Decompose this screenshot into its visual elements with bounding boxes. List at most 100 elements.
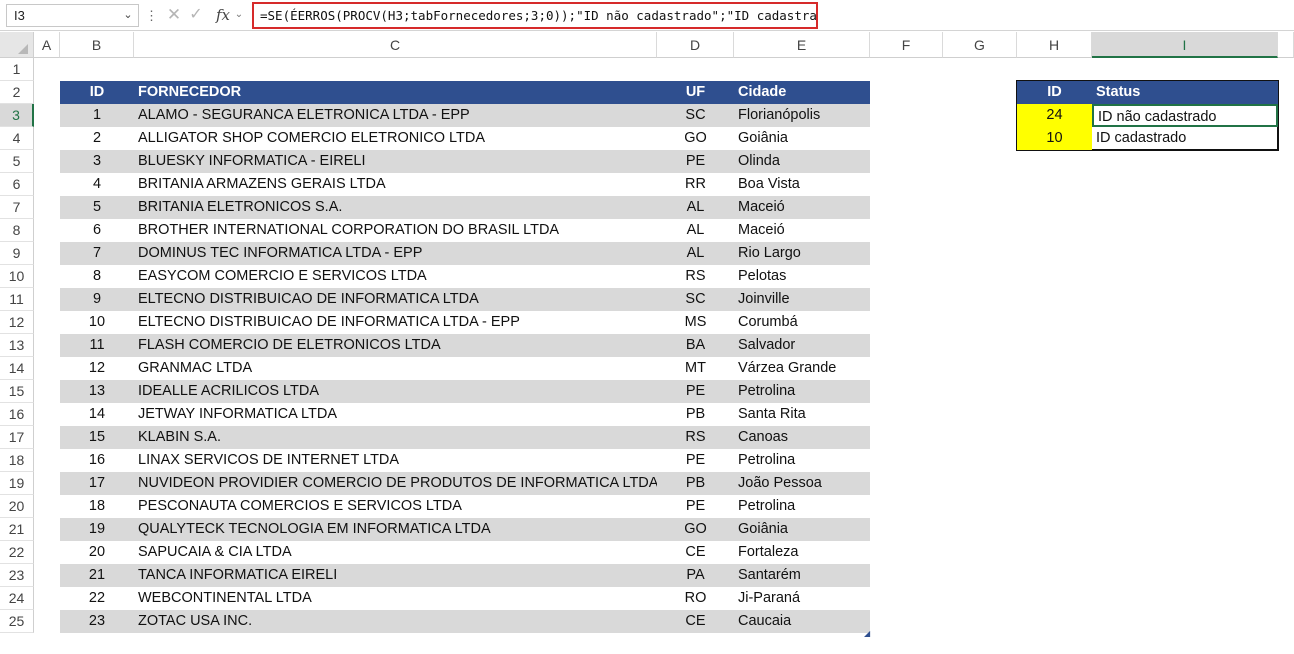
table-cell-fornecedor[interactable]: WEBCONTINENTAL LTDA [134, 587, 657, 610]
table-cell-uf[interactable]: PE [657, 380, 734, 403]
row-header-19[interactable]: 19 [0, 472, 34, 495]
table-cell-fornecedor[interactable]: GRANMAC LTDA [134, 357, 657, 380]
table-cell-id[interactable]: 9 [60, 288, 134, 311]
table-cell-id[interactable]: 2 [60, 127, 134, 150]
table-cell-cidade[interactable]: Rio Largo [734, 242, 870, 265]
table-cell-cidade[interactable]: Santarém [734, 564, 870, 587]
table-cell-cidade[interactable]: Maceió [734, 219, 870, 242]
table-cell-id[interactable]: 7 [60, 242, 134, 265]
table-cell-id[interactable]: 18 [60, 495, 134, 518]
table-cell-fornecedor[interactable]: SAPUCAIA & CIA LTDA [134, 541, 657, 564]
table-cell-uf[interactable]: MT [657, 357, 734, 380]
column-header-g[interactable]: G [943, 32, 1017, 58]
table-cell-uf[interactable]: RS [657, 265, 734, 288]
column-header-h[interactable]: H [1017, 32, 1092, 58]
active-cell[interactable]: ID não cadastrado [1092, 104, 1278, 127]
row-header-8[interactable]: 8 [0, 219, 34, 242]
column-header-i[interactable]: I [1092, 32, 1278, 58]
row-header-23[interactable]: 23 [0, 564, 34, 587]
table-cell-uf[interactable]: AL [657, 196, 734, 219]
table-cell-fornecedor[interactable]: KLABIN S.A. [134, 426, 657, 449]
table-cell-fornecedor[interactable]: ELTECNO DISTRIBUICAO DE INFORMATICA LTDA [134, 288, 657, 311]
table-cell-fornecedor[interactable]: BRITANIA ARMAZENS GERAIS LTDA [134, 173, 657, 196]
column-header-f[interactable]: F [870, 32, 943, 58]
table-cell-uf[interactable]: BA [657, 334, 734, 357]
row-header-24[interactable]: 24 [0, 587, 34, 610]
table-cell-cidade[interactable]: Fortaleza [734, 541, 870, 564]
table-cell-uf[interactable]: CE [657, 541, 734, 564]
table-cell-fornecedor[interactable]: LINAX SERVICOS DE INTERNET LTDA [134, 449, 657, 472]
table-cell-fornecedor[interactable]: PESCONAUTA COMERCIOS E SERVICOS LTDA [134, 495, 657, 518]
table-cell-cidade[interactable]: Goiânia [734, 518, 870, 541]
column-header-a[interactable]: A [34, 32, 60, 58]
table-cell-uf[interactable]: GO [657, 127, 734, 150]
row-header-21[interactable]: 21 [0, 518, 34, 541]
table-cell-uf[interactable]: PE [657, 150, 734, 173]
table-cell-cidade[interactable]: Canoas [734, 426, 870, 449]
table-cell-id[interactable]: 17 [60, 472, 134, 495]
table-cell-cidade[interactable]: Boa Vista [734, 173, 870, 196]
row-header-20[interactable]: 20 [0, 495, 34, 518]
table-cell-id[interactable]: 19 [60, 518, 134, 541]
table-cell-cidade[interactable]: Caucaia [734, 610, 870, 633]
table-cell-cidade[interactable]: Goiânia [734, 127, 870, 150]
row-header-4[interactable]: 4 [0, 127, 34, 150]
lookup-id-cell[interactable]: 24 [1017, 104, 1092, 127]
column-header-b[interactable]: B [60, 32, 134, 58]
table-cell-id[interactable]: 15 [60, 426, 134, 449]
table-cell-cidade[interactable]: Várzea Grande [734, 357, 870, 380]
row-header-10[interactable]: 10 [0, 265, 34, 288]
select-all-button[interactable] [0, 32, 34, 58]
table-cell-id[interactable]: 10 [60, 311, 134, 334]
table-cell-uf[interactable]: RS [657, 426, 734, 449]
column-header-e[interactable]: E [734, 32, 870, 58]
insert-function-icon[interactable]: fx [213, 4, 233, 26]
table-cell-uf[interactable]: PE [657, 495, 734, 518]
table-cell-uf[interactable]: PB [657, 472, 734, 495]
table-cell-cidade[interactable]: Petrolina [734, 380, 870, 403]
table-cell-id[interactable]: 12 [60, 357, 134, 380]
row-header-1[interactable]: 1 [0, 58, 34, 81]
table-cell-fornecedor[interactable]: EASYCOM COMERCIO E SERVICOS LTDA [134, 265, 657, 288]
table-cell-cidade[interactable]: Olinda [734, 150, 870, 173]
row-header-9[interactable]: 9 [0, 242, 34, 265]
table-cell-id[interactable]: 8 [60, 265, 134, 288]
row-header-17[interactable]: 17 [0, 426, 34, 449]
name-box-dropdown-icon[interactable]: ⌄ [121, 5, 135, 25]
table-cell-id[interactable]: 11 [60, 334, 134, 357]
table-cell-cidade[interactable]: Corumbá [734, 311, 870, 334]
table-cell-id[interactable]: 14 [60, 403, 134, 426]
table-cell-id[interactable]: 1 [60, 104, 134, 127]
table-cell-uf[interactable]: SC [657, 104, 734, 127]
table-cell-fornecedor[interactable]: BRITANIA ELETRONICOS S.A. [134, 196, 657, 219]
table-cell-id[interactable]: 20 [60, 541, 134, 564]
table-cell-cidade[interactable]: Petrolina [734, 449, 870, 472]
table-cell-cidade[interactable]: Florianópolis [734, 104, 870, 127]
column-header-blank[interactable] [1278, 32, 1294, 58]
cancel-icon[interactable]: ✕ [165, 5, 183, 25]
table-cell-id[interactable]: 16 [60, 449, 134, 472]
table-cell-fornecedor[interactable]: ALAMO - SEGURANCA ELETRONICA LTDA - EPP [134, 104, 657, 127]
table-cell-uf[interactable]: AL [657, 219, 734, 242]
table-cell-id[interactable]: 3 [60, 150, 134, 173]
table-cell-id[interactable]: 4 [60, 173, 134, 196]
table-cell-uf[interactable]: PE [657, 449, 734, 472]
table-cell-cidade[interactable]: Salvador [734, 334, 870, 357]
row-header-25[interactable]: 25 [0, 610, 34, 633]
row-header-15[interactable]: 15 [0, 380, 34, 403]
table-cell-cidade[interactable]: Santa Rita [734, 403, 870, 426]
table-cell-fornecedor[interactable]: ELTECNO DISTRIBUICAO DE INFORMATICA LTDA… [134, 311, 657, 334]
row-header-22[interactable]: 22 [0, 541, 34, 564]
lookup-id-cell[interactable]: 10 [1017, 127, 1092, 150]
table-resize-handle-icon[interactable]: ◢ [864, 630, 870, 638]
formula-input[interactable]: =SE(ÉERROS(PROCV(H3;tabFornecedores;3;0)… [252, 2, 818, 29]
table-cell-uf[interactable]: GO [657, 518, 734, 541]
table-cell-fornecedor[interactable]: ALLIGATOR SHOP COMERCIO ELETRONICO LTDA [134, 127, 657, 150]
table-cell-fornecedor[interactable]: BLUESKY INFORMATICA - EIRELI [134, 150, 657, 173]
table-cell-fornecedor[interactable]: DOMINUS TEC INFORMATICA LTDA - EPP [134, 242, 657, 265]
row-header-7[interactable]: 7 [0, 196, 34, 219]
formula-expand-icon[interactable]: ⌄ [233, 5, 245, 25]
table-cell-uf[interactable]: PB [657, 403, 734, 426]
row-header-18[interactable]: 18 [0, 449, 34, 472]
table-cell-uf[interactable]: RO [657, 587, 734, 610]
